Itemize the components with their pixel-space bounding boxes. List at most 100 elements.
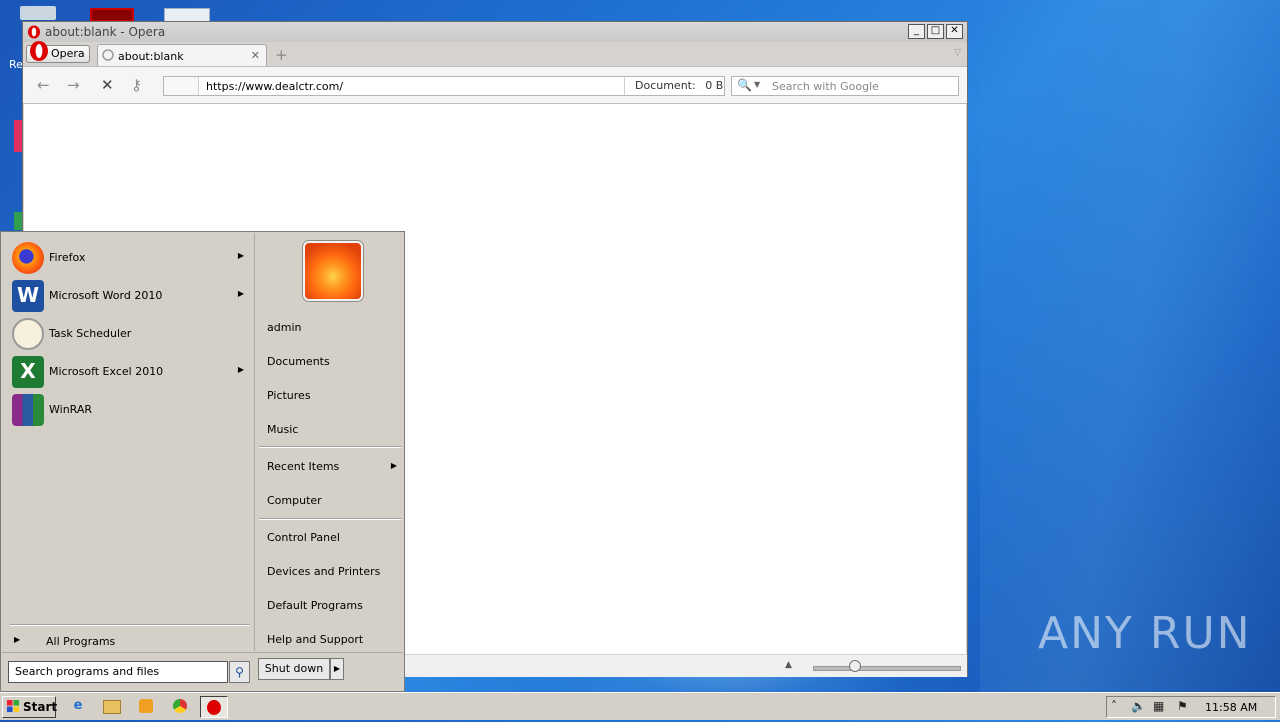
desktop-shortcut-icon[interactable] <box>90 8 134 22</box>
menu-item-control-panel[interactable]: Control Panel <box>267 531 340 544</box>
network-icon[interactable]: ▦ <box>1153 699 1164 713</box>
divider <box>259 518 401 520</box>
menu-item-admin[interactable]: admin <box>267 321 301 334</box>
windows-logo-icon <box>7 700 20 713</box>
program-firefox[interactable]: Firefox ▶ <box>10 241 250 275</box>
zoom-popup-icon[interactable]: ▲ <box>785 660 792 670</box>
window-title: about:blank - Opera <box>45 25 166 39</box>
desktop-partial-icon[interactable] <box>14 120 22 152</box>
start-search-input[interactable]: Search programs and files <box>8 661 228 683</box>
tab-bar: Opera about:blank ✕ + ▽ <box>23 41 967 66</box>
navigation-toolbar: ← → ✕ ⚷ https://www.dealctr.com/ Documen… <box>23 66 967 104</box>
program-word[interactable]: W Microsoft Word 2010 ▶ <box>10 279 250 313</box>
start-button[interactable]: Start <box>2 696 58 718</box>
close-button[interactable]: ✕ <box>946 24 963 39</box>
menu-item-default-programs[interactable]: Default Programs <box>267 599 363 612</box>
start-menu: Firefox ▶ W Microsoft Word 2010 ▶ Task S… <box>0 231 405 692</box>
all-programs-label: All Programs <box>46 635 116 648</box>
start-menu-places: admin Documents Pictures Music Recent It… <box>254 233 405 651</box>
start-label: Start <box>23 700 58 714</box>
taskbar: Start e ˄ 🔈 ▦ ⚑ 11:58 AM <box>0 692 1280 720</box>
back-button[interactable]: ← <box>37 76 50 94</box>
program-label: Task Scheduler <box>49 327 132 340</box>
divider <box>259 446 401 448</box>
show-hidden-icons-icon[interactable]: ˄ <box>1111 699 1117 713</box>
opera-menu-button[interactable]: Opera <box>26 41 90 63</box>
menu-item-recent-items[interactable]: Recent Items <box>267 460 339 473</box>
opera-menu-label: Opera <box>51 47 85 60</box>
watermark-logo: ANY RUN <box>1038 608 1252 659</box>
address-url[interactable]: https://www.dealctr.com/ <box>206 80 343 93</box>
submenu-arrow-icon: ▶ <box>237 365 244 374</box>
tab-close-icon[interactable]: ✕ <box>251 49 260 62</box>
user-avatar[interactable] <box>303 241 363 301</box>
shutdown-options-button[interactable]: ▶ <box>330 658 344 680</box>
search-icon: 🔍 <box>737 78 752 92</box>
excel-icon: X <box>12 356 44 388</box>
desktop-partial-icon[interactable] <box>14 212 22 230</box>
program-label: Firefox <box>49 251 86 264</box>
tab-label: about:blank <box>118 50 184 63</box>
recycle-bin-icon[interactable] <box>20 6 56 20</box>
submenu-arrow-icon: ▶ <box>390 461 397 470</box>
forward-button[interactable]: → <box>67 76 80 94</box>
system-tray: ˄ 🔈 ▦ ⚑ 11:58 AM <box>1106 696 1276 718</box>
divider <box>10 624 250 626</box>
winrar-icon <box>12 394 44 426</box>
chevron-down-icon[interactable]: ▼ <box>754 80 760 89</box>
program-task-scheduler[interactable]: Task Scheduler <box>10 317 250 351</box>
menu-item-pictures[interactable]: Pictures <box>267 389 311 402</box>
menu-item-devices-printers[interactable]: Devices and Printers <box>267 565 380 578</box>
file-explorer-icon[interactable] <box>98 696 126 718</box>
start-menu-programs: Firefox ▶ W Microsoft Word 2010 ▶ Task S… <box>2 233 254 651</box>
maximize-button[interactable]: □ <box>927 24 944 39</box>
opera-logo-icon <box>28 25 40 39</box>
all-programs-button[interactable]: ▶ All Programs <box>10 631 250 651</box>
document-size-value: 0 B <box>705 79 724 92</box>
program-winrar[interactable]: WinRAR <box>10 393 250 427</box>
tab-about-blank[interactable]: about:blank ✕ <box>97 44 267 66</box>
minimize-button[interactable]: _ <box>908 24 925 39</box>
opera-taskbar-icon[interactable] <box>200 696 228 718</box>
media-player-icon[interactable] <box>132 696 160 718</box>
search-icon[interactable]: ⚲ <box>229 661 250 683</box>
word-icon: W <box>12 280 44 312</box>
menu-item-help-support[interactable]: Help and Support <box>267 633 363 646</box>
desktop-document-icon[interactable] <box>164 8 210 22</box>
chrome-icon[interactable] <box>166 696 194 718</box>
menu-item-documents[interactable]: Documents <box>267 355 330 368</box>
action-center-flag-icon[interactable]: ⚑ <box>1177 699 1188 713</box>
start-menu-bottom: Search programs and files ⚲ Shut down ▶ <box>2 652 403 692</box>
zoom-slider[interactable] <box>813 666 961 671</box>
menu-item-computer[interactable]: Computer <box>267 494 322 507</box>
zoom-slider-thumb[interactable] <box>849 660 861 672</box>
program-label: Microsoft Excel 2010 <box>49 365 164 378</box>
submenu-arrow-icon: ▶ <box>237 289 244 298</box>
submenu-arrow-icon: ▶ <box>237 251 244 260</box>
key-icon[interactable]: ⚷ <box>131 76 142 94</box>
site-info-button[interactable] <box>164 77 199 95</box>
clock-icon <box>12 318 44 350</box>
new-tab-button[interactable]: + <box>275 46 288 64</box>
opera-logo-icon <box>30 41 48 61</box>
program-label: Microsoft Word 2010 <box>49 289 163 302</box>
title-bar[interactable]: about:blank - Opera _ □ ✕ <box>23 22 967 42</box>
search-placeholder: Search with Google <box>772 80 879 93</box>
menu-item-music[interactable]: Music <box>267 423 298 436</box>
internet-explorer-icon[interactable]: e <box>64 696 92 718</box>
program-excel[interactable]: X Microsoft Excel 2010 ▶ <box>10 355 250 389</box>
document-size: Document: 0 B <box>624 77 724 95</box>
shutdown-button[interactable]: Shut down <box>258 658 330 680</box>
clock[interactable]: 11:58 AM <box>1205 701 1257 714</box>
document-label: Document: <box>635 79 696 92</box>
volume-icon[interactable]: 🔈 <box>1131 699 1146 713</box>
stop-button[interactable]: ✕ <box>101 76 114 94</box>
address-bar[interactable]: https://www.dealctr.com/ Document: 0 B <box>163 76 725 96</box>
submenu-arrow-icon: ▶ <box>14 635 21 644</box>
desktop-icon-label: Re <box>9 58 23 71</box>
loading-spinner-icon <box>102 49 114 61</box>
firefox-icon <box>12 242 44 274</box>
program-label: WinRAR <box>49 403 93 416</box>
tab-menu-icon[interactable]: ▽ <box>954 48 961 58</box>
search-field[interactable]: 🔍 ▼ Search with Google <box>731 76 959 96</box>
